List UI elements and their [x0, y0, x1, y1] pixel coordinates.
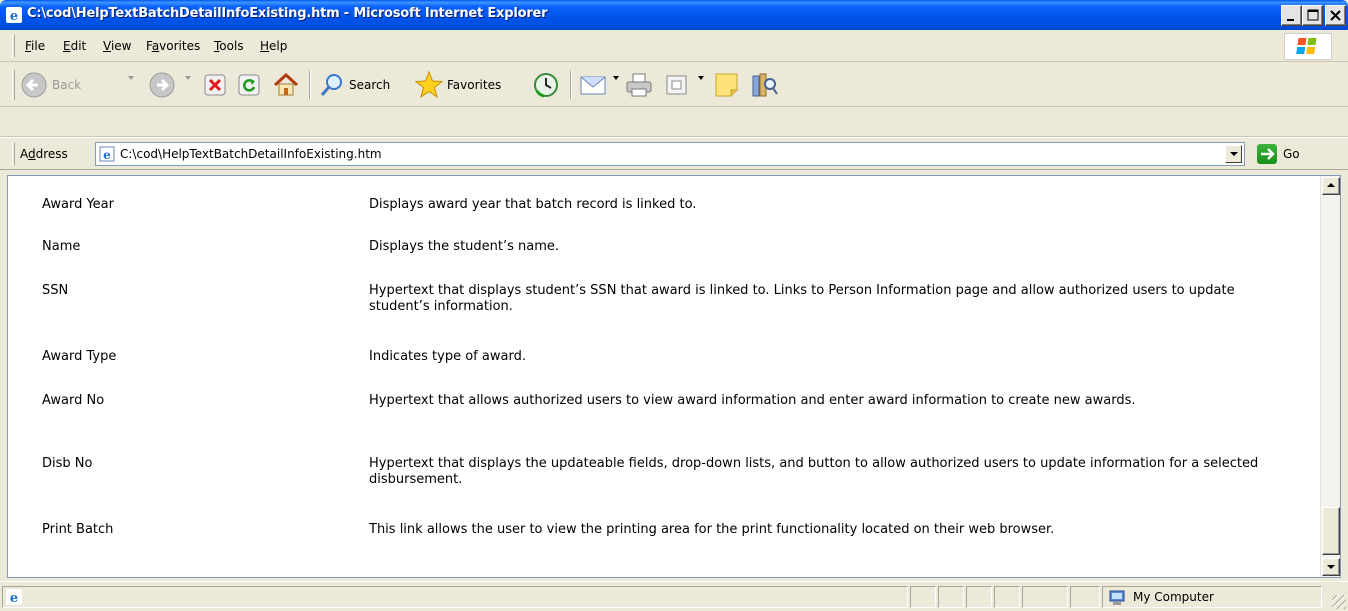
search-icon: [320, 74, 342, 96]
home-button[interactable]: [272, 70, 302, 100]
title-bar[interactable]: e C:\cod\HelpTextBatchDetailInfoExisting…: [0, 0, 1348, 30]
field-term: Print Batch: [42, 522, 114, 537]
discuss-note-icon: [715, 73, 738, 97]
mail-icon: [580, 76, 606, 95]
mail-dropdown-caret[interactable]: [613, 76, 619, 80]
stop-icon: [204, 74, 226, 96]
print-button[interactable]: [625, 70, 655, 100]
refresh-button[interactable]: [237, 70, 263, 100]
home-icon: [273, 72, 299, 96]
status-panel: [938, 586, 964, 608]
back-arrow-icon: [21, 72, 47, 98]
refresh-icon: [238, 74, 260, 96]
ie-app-icon[interactable]: e: [6, 7, 22, 24]
go-arrow-icon: [1257, 144, 1277, 164]
menu-view[interactable]: View: [103, 39, 131, 53]
field-description: Displays award year that batch record is…: [369, 197, 697, 212]
forward-button[interactable]: [148, 70, 178, 100]
toolbar-separator: [570, 71, 572, 99]
print-icon: [626, 73, 652, 97]
status-panel: [1070, 586, 1100, 608]
edit-dropdown-caret[interactable]: [698, 76, 704, 80]
status-panel: [910, 586, 936, 608]
field-description: Hypertext that allows authorized users t…: [369, 393, 1136, 408]
toolbar-grip[interactable]: [12, 70, 15, 100]
mail-button[interactable]: [579, 70, 609, 100]
status-panel: [1022, 586, 1068, 608]
research-button[interactable]: [750, 70, 780, 100]
search-button[interactable]: Search: [318, 70, 408, 100]
field-description: Indicates type of award.: [369, 349, 526, 364]
back-button[interactable]: Back: [20, 70, 110, 100]
status-text-panel: e: [2, 586, 908, 608]
favorites-star-icon: [414, 70, 444, 99]
resize-grip[interactable]: [1332, 595, 1346, 609]
field-term: Disb No: [42, 456, 93, 471]
field-term: Award No: [42, 393, 105, 408]
field-term: Award Year: [42, 197, 114, 212]
field-term: Name: [42, 239, 81, 254]
scroll-up-button[interactable]: [1322, 177, 1340, 195]
address-url: C:\cod\HelpTextBatchDetailInfoExisting.h…: [120, 147, 382, 161]
address-label: Address: [20, 147, 68, 161]
history-icon: [534, 73, 558, 98]
edit-button[interactable]: [664, 70, 694, 100]
minimize-button[interactable]: [1281, 5, 1302, 26]
scroll-down-button[interactable]: [1322, 558, 1340, 576]
menu-bar: File Edit View Favorites Tools Help: [0, 30, 1348, 62]
menu-help[interactable]: Help: [260, 39, 287, 53]
addressbar-grip[interactable]: [12, 143, 15, 165]
research-books-icon: [752, 73, 778, 97]
field-description: Displays the student’s name.: [369, 239, 560, 254]
field-term: SSN: [42, 283, 69, 298]
status-panel: [994, 586, 1020, 608]
field-description: Hypertext that displays the updateable f…: [369, 456, 1259, 487]
ie-status-icon: e: [6, 589, 22, 605]
go-button[interactable]: Go: [1257, 143, 1337, 165]
zone-label: My Computer: [1133, 590, 1214, 604]
svg-text:e: e: [10, 591, 18, 605]
status-bar: e My Computer: [0, 581, 1348, 611]
address-bar: Address e C:\cod\HelpTextBatchDetailInfo…: [0, 139, 1348, 170]
menu-tools[interactable]: Tools: [214, 39, 244, 53]
field-term: Award Type: [42, 349, 117, 364]
menu-edit[interactable]: Edit: [63, 39, 86, 53]
back-dropdown-caret[interactable]: [128, 76, 134, 80]
stop-button[interactable]: [203, 70, 229, 100]
security-zone-panel[interactable]: My Computer: [1102, 586, 1322, 608]
windows-logo: [1284, 33, 1332, 60]
vertical-scrollbar[interactable]: [1320, 176, 1340, 577]
menubar-grip[interactable]: [12, 35, 15, 57]
edit-document-icon: [666, 75, 687, 95]
window-title: C:\cod\HelpTextBatchDetailInfoExisting.h…: [27, 6, 548, 21]
address-input[interactable]: e C:\cod\HelpTextBatchDetailInfoExisting…: [95, 142, 1245, 166]
close-button[interactable]: [1325, 5, 1346, 26]
field-description: This link allows the user to view the pr…: [369, 522, 1055, 537]
history-button[interactable]: [532, 70, 562, 100]
status-panel: [966, 586, 992, 608]
field-description: Hypertext that displays student’s SSN th…: [369, 283, 1235, 314]
scroll-thumb[interactable]: [1322, 507, 1340, 555]
svg-text:e: e: [103, 148, 111, 162]
page-icon: e: [99, 146, 115, 162]
maximize-button[interactable]: [1302, 5, 1323, 26]
toolbar-divider: [0, 136, 1348, 138]
page-content[interactable]: Award Year Displays award year that batc…: [7, 175, 1341, 578]
my-computer-icon: [1109, 590, 1125, 605]
menu-file[interactable]: File: [25, 39, 45, 53]
forward-arrow-icon: [149, 72, 175, 98]
favorites-button[interactable]: Favorites: [414, 70, 524, 100]
address-dropdown-button[interactable]: [1225, 145, 1242, 163]
forward-dropdown-caret[interactable]: [185, 76, 191, 80]
svg-text:e: e: [10, 9, 18, 23]
menu-favorites[interactable]: Favorites: [146, 39, 200, 53]
standard-toolbar: Back Search Favorites: [0, 63, 1348, 107]
toolbar-separator: [309, 71, 311, 99]
discuss-button[interactable]: [713, 70, 743, 100]
